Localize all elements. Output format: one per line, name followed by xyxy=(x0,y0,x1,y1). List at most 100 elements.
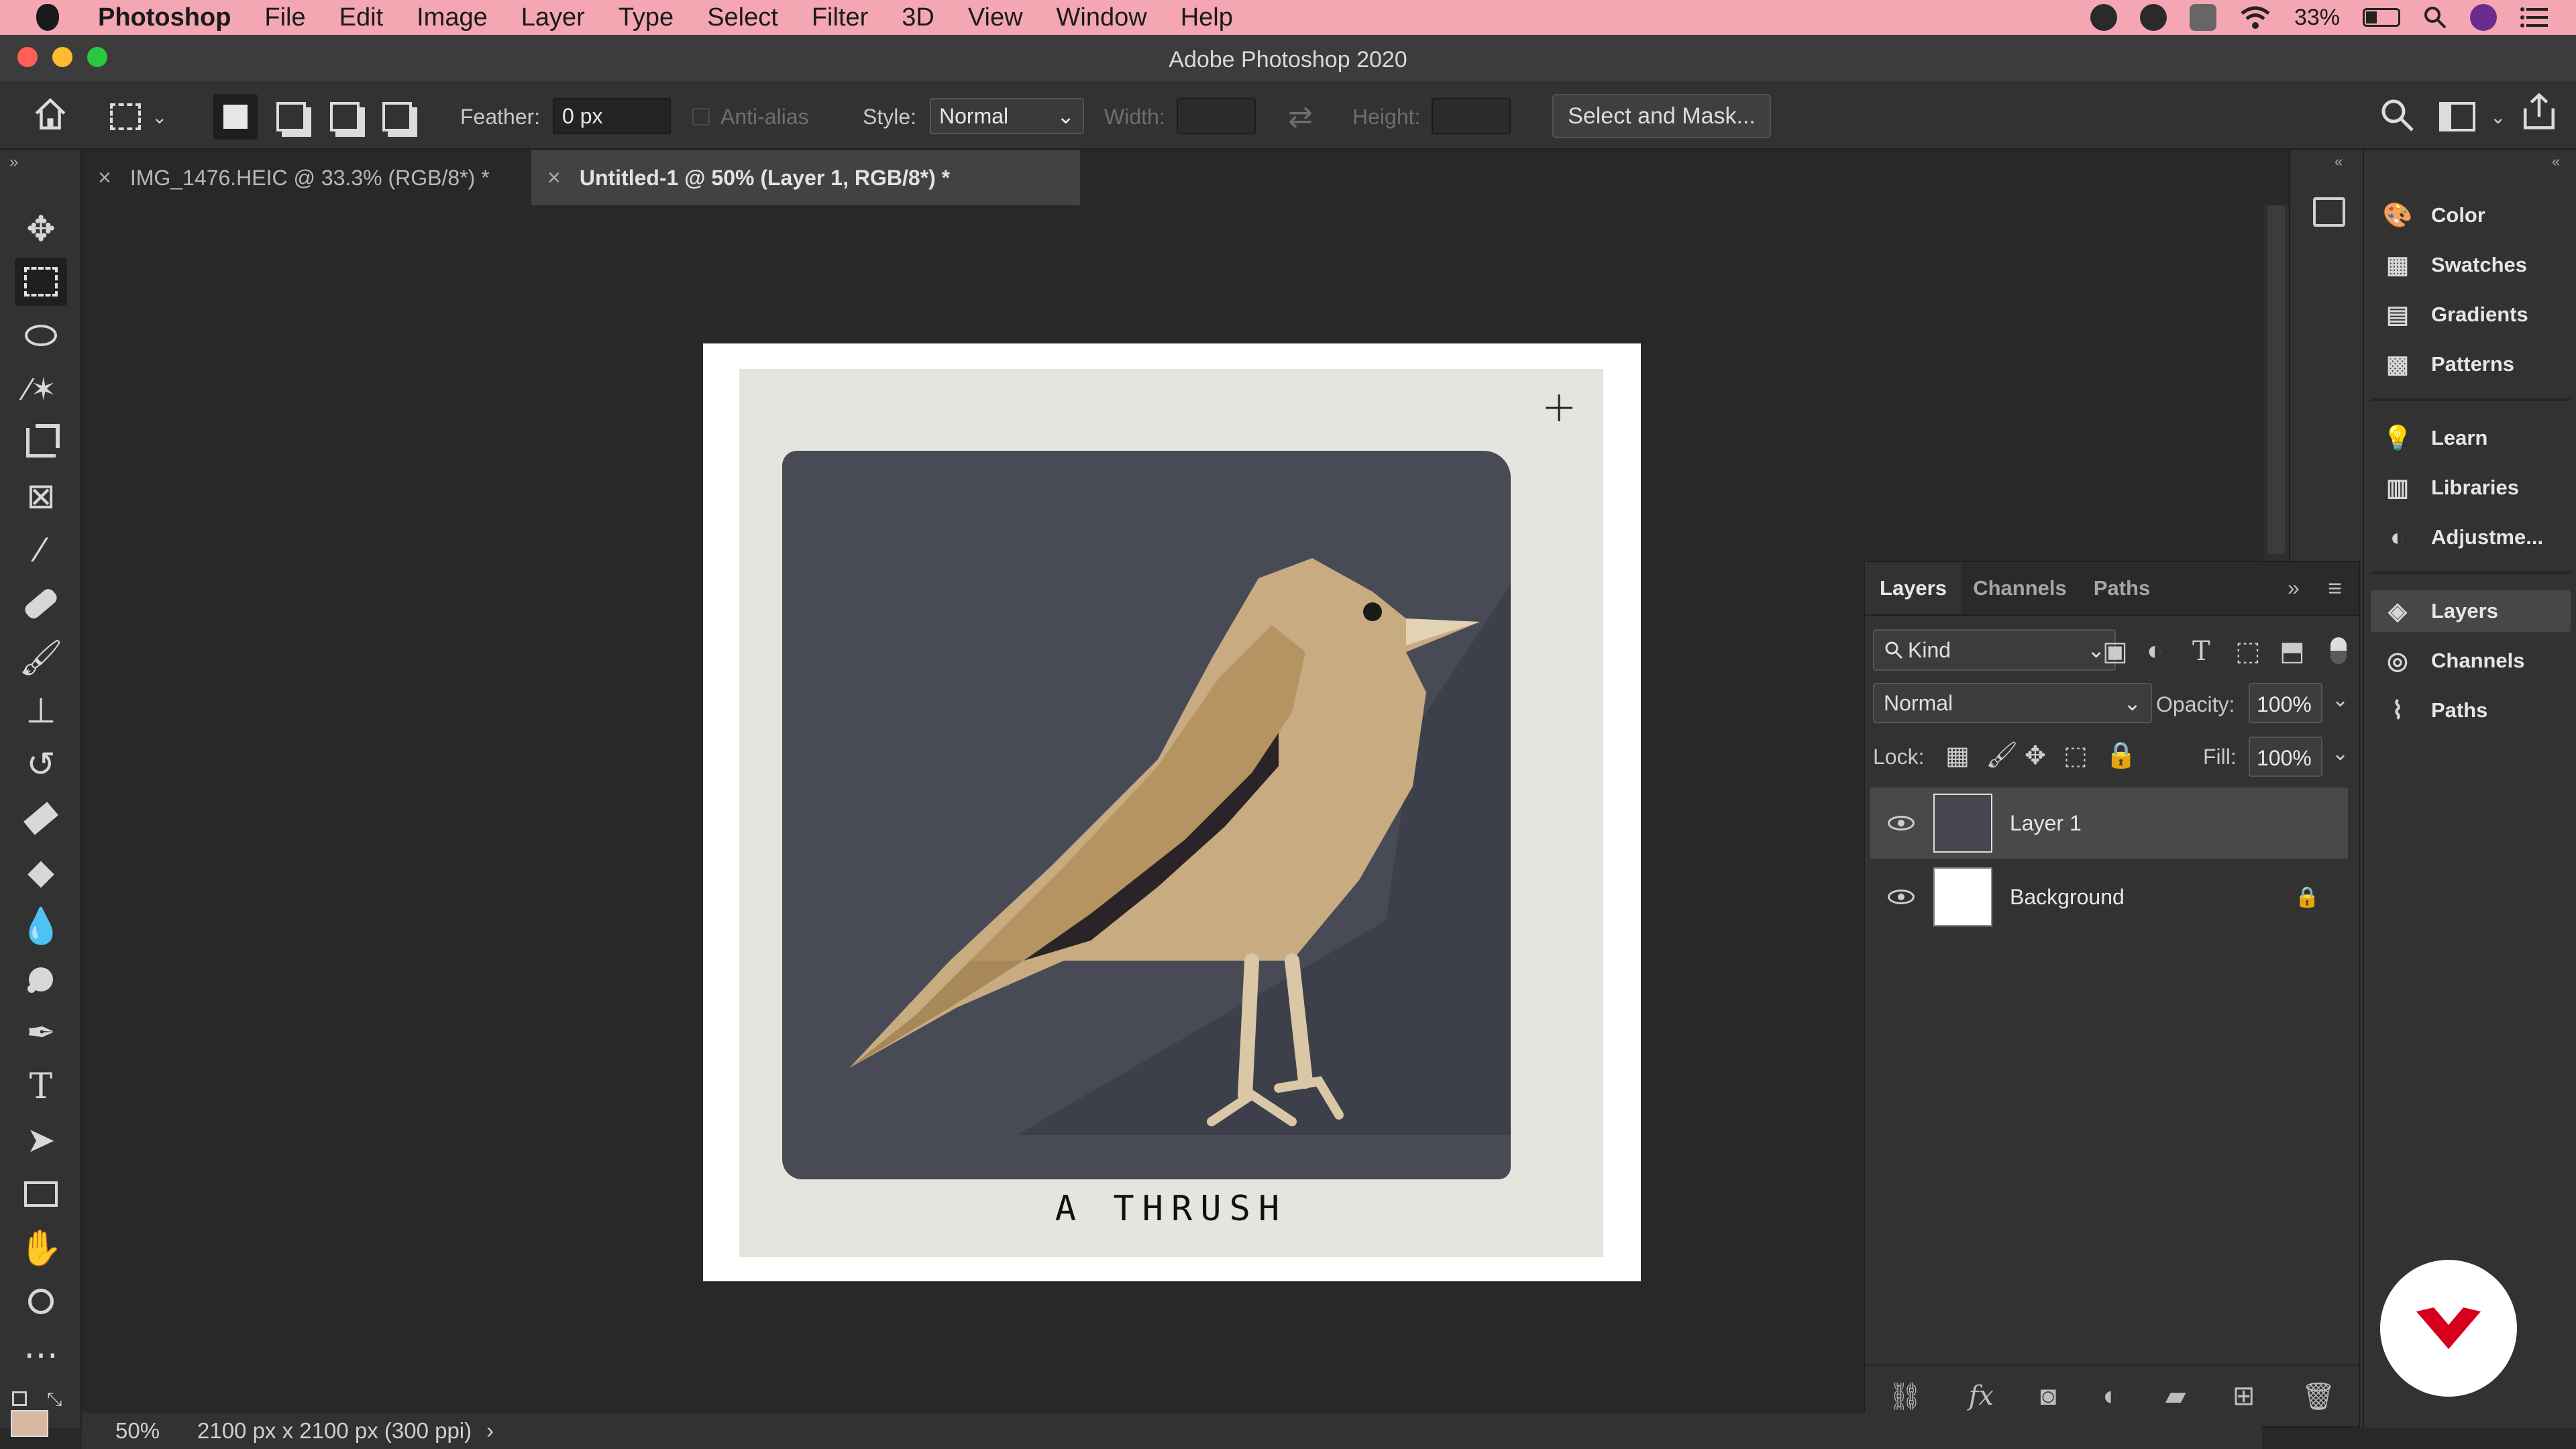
home-icon[interactable] xyxy=(30,95,71,133)
panel-collapse-icon[interactable]: » xyxy=(2288,576,2300,600)
layer-effects-icon[interactable]: fx xyxy=(1969,1381,1994,1411)
tab-layers[interactable]: Layers xyxy=(1865,562,1962,614)
clone-stamp-tool[interactable]: ⊥ xyxy=(15,687,67,735)
apple-icon[interactable] xyxy=(36,4,59,31)
eyedropper-tool[interactable]: ⁄ xyxy=(15,526,67,574)
spotlight-icon[interactable] xyxy=(2423,5,2447,30)
control-center-icon[interactable] xyxy=(2520,5,2549,30)
visibility-eye-icon[interactable] xyxy=(1888,890,1915,904)
menu-app-name[interactable]: Photoshop xyxy=(98,3,231,32)
close-tab-icon[interactable]: × xyxy=(98,165,111,191)
panel-color[interactable]: 🎨 Color xyxy=(2371,195,2571,236)
magic-wand-tool[interactable]: ⁄✶ xyxy=(15,365,67,413)
new-group-icon[interactable]: ▰ xyxy=(2165,1381,2186,1411)
workspace-chevron-icon[interactable]: ⌄ xyxy=(2490,98,2506,136)
tab-untitled-1[interactable]: × Untitled-1 @ 50% (Layer 1, RGB/8*) * xyxy=(531,150,1080,205)
panel-paths[interactable]: ⌇ Paths xyxy=(2371,690,2571,731)
wifi-icon[interactable] xyxy=(2239,4,2271,31)
zoom-level[interactable]: 50% xyxy=(115,1418,197,1444)
crop-tool[interactable] xyxy=(15,419,67,467)
menu-select[interactable]: Select xyxy=(707,3,778,32)
workspace-icon[interactable] xyxy=(2438,98,2477,136)
antialias-checkbox[interactable] xyxy=(692,108,710,125)
delete-layer-icon[interactable]: 🗑 xyxy=(2302,1381,2336,1412)
new-layer-icon[interactable]: ⊞ xyxy=(2233,1381,2255,1411)
share-icon[interactable] xyxy=(2520,93,2559,130)
layer-name[interactable]: Background xyxy=(2010,885,2295,910)
panel-libraries[interactable]: ▥ Libraries xyxy=(2371,467,2571,508)
dodge-tool[interactable] xyxy=(15,955,67,1004)
width-input[interactable] xyxy=(1177,98,1256,134)
panel-menu-icon[interactable]: ≡ xyxy=(2328,574,2342,602)
tab-img-1476[interactable]: × IMG_1476.HEIC @ 33.3% (RGB/8*) * xyxy=(82,150,531,205)
lock-pixels-icon[interactable]: 🖌 xyxy=(1986,741,2018,770)
panel-adjustments[interactable]: ◐ Adjustme... xyxy=(2371,517,2571,558)
type-tool[interactable]: T xyxy=(15,1063,67,1111)
filter-shape-layers-icon[interactable]: ⬚ xyxy=(2235,636,2261,667)
add-mask-icon[interactable]: ◙ xyxy=(2040,1381,2056,1411)
tool-preset-picker[interactable]: ⌄ xyxy=(110,98,184,136)
layer-name[interactable]: Layer 1 xyxy=(2010,811,2082,836)
properties-panel-icon[interactable] xyxy=(2313,197,2345,227)
menu-layer[interactable]: Layer xyxy=(521,3,585,32)
collapse-strip-icon[interactable]: « xyxy=(2334,153,2343,170)
hand-tool[interactable]: ✋ xyxy=(15,1224,67,1272)
default-colors-icon[interactable] xyxy=(12,1391,27,1406)
creative-cloud-icon[interactable] xyxy=(2090,4,2117,31)
frame-tool[interactable]: ⊠ xyxy=(15,472,67,521)
eraser-tool[interactable] xyxy=(15,794,67,843)
panel-swatches[interactable]: ▦ Swatches xyxy=(2371,244,2571,286)
foreground-color-swatch[interactable] xyxy=(11,1410,48,1437)
layer-row-layer-1[interactable]: Layer 1 xyxy=(1870,788,2348,859)
move-tool[interactable]: ✥ xyxy=(15,205,67,254)
lock-all-icon[interactable]: 🔒 xyxy=(2105,741,2137,770)
filter-toggle-switch[interactable] xyxy=(2330,637,2347,664)
menu-file[interactable]: File xyxy=(264,3,305,32)
menu-view[interactable]: View xyxy=(968,3,1023,32)
path-selection-tool[interactable]: ➤ xyxy=(15,1116,67,1165)
opacity-input[interactable]: 100% xyxy=(2249,683,2322,723)
adjustment-layer-icon[interactable]: ◐ xyxy=(2103,1381,2119,1411)
subtract-from-selection-mode[interactable] xyxy=(325,98,365,136)
history-brush-tool[interactable]: ↺ xyxy=(15,741,67,789)
skype-icon[interactable] xyxy=(2189,4,2216,31)
pen-tool[interactable]: ✒ xyxy=(15,1009,67,1057)
tab-paths[interactable]: Paths xyxy=(2078,562,2165,614)
blend-mode-dropdown[interactable]: Normal ⌄ xyxy=(1873,683,2152,723)
menu-type[interactable]: Type xyxy=(619,3,674,32)
filter-adjustment-layers-icon[interactable]: ◐ xyxy=(2147,636,2163,666)
visibility-eye-icon[interactable] xyxy=(1888,816,1915,830)
filter-type-layers-icon[interactable]: T xyxy=(2192,636,2210,667)
select-and-mask-button[interactable]: Select and Mask... xyxy=(1552,94,1771,138)
siri-icon[interactable] xyxy=(2470,4,2497,31)
menu-3d[interactable]: 3D xyxy=(902,3,934,32)
add-to-selection-mode[interactable] xyxy=(271,98,311,136)
panel-channels[interactable]: ◎ Channels xyxy=(2371,640,2571,682)
menu-help[interactable]: Help xyxy=(1181,3,1233,32)
layer-row-background[interactable]: Background 🔒 xyxy=(1870,861,2348,932)
lock-position-icon[interactable]: ✥ xyxy=(2025,741,2046,771)
lock-icon[interactable]: 🔒 xyxy=(2295,885,2320,909)
panel-learn[interactable]: 💡 Learn xyxy=(2371,417,2571,459)
new-selection-mode[interactable] xyxy=(213,94,258,140)
tab-channels[interactable]: Channels xyxy=(1963,562,2077,614)
sync-icon[interactable] xyxy=(2139,4,2167,31)
style-dropdown[interactable]: Normal ⌄ xyxy=(930,98,1084,134)
close-tab-icon[interactable]: × xyxy=(547,165,561,191)
intersect-selection-mode[interactable] xyxy=(377,98,417,136)
filter-smart-objects-icon[interactable]: ⬒ xyxy=(2279,636,2305,667)
search-icon[interactable] xyxy=(2379,97,2416,134)
fill-chevron-icon[interactable]: ⌄ xyxy=(2332,742,2349,765)
panel-gradients[interactable]: ▤ Gradients xyxy=(2371,294,2571,335)
panel-layers[interactable]: ◈ Layers xyxy=(2371,590,2571,632)
rectangle-tool[interactable] xyxy=(15,1170,67,1218)
healing-brush-tool[interactable] xyxy=(15,580,67,628)
layer-filter-kind-dropdown[interactable]: Kind ⌄ xyxy=(1873,629,2116,671)
feather-input[interactable]: 0 px xyxy=(553,98,671,134)
edit-toolbar-button[interactable]: ⋯ xyxy=(15,1331,67,1379)
scrollbar-thumb[interactable] xyxy=(2267,205,2285,554)
blur-tool[interactable]: 💧 xyxy=(15,902,67,950)
menu-image[interactable]: Image xyxy=(417,3,488,32)
collapse-panels-icon[interactable]: « xyxy=(2552,153,2560,170)
link-layers-icon[interactable]: ⛓ xyxy=(1888,1381,1923,1412)
